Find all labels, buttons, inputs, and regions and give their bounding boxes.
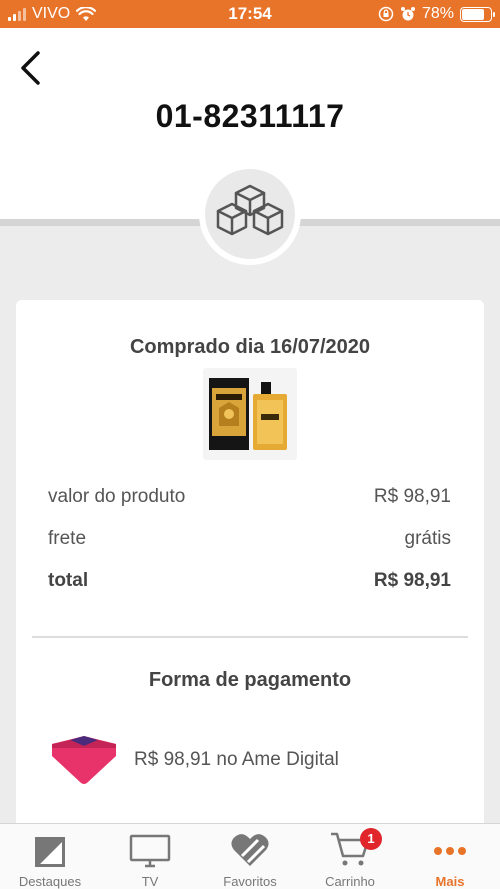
section-divider <box>32 636 468 638</box>
tab-label-tv: TV <box>141 874 159 889</box>
cart-badge: 1 <box>360 828 382 850</box>
total-row: total R$ 98,91 <box>48 570 451 592</box>
product-value-amount: R$ 98,91 <box>373 486 451 507</box>
highlights-icon <box>35 837 65 867</box>
order-status-badge <box>199 163 301 265</box>
tab-label-carrinho: Carrinho <box>325 874 375 889</box>
status-bar: VIVO 17:54 78% <box>0 0 500 28</box>
order-details-card: Comprado dia 16/07/2020 valor do produto… <box>16 300 484 840</box>
product-value-label: valor do produto <box>48 486 186 507</box>
tab-mais[interactable]: Mais <box>400 824 500 889</box>
bottom-tab-bar: Destaques TV Favoritos 1 Carrinho Mais <box>0 823 500 889</box>
battery-percent: 78% <box>421 5 454 22</box>
ame-digital-icon <box>52 736 116 784</box>
shipping-label: frete <box>48 528 87 549</box>
payment-method-text: R$ 98,91 no Ame Digital <box>134 749 339 770</box>
rotation-lock-icon <box>378 6 394 22</box>
chevron-left-icon <box>21 51 40 85</box>
perfume-product-image[interactable] <box>203 368 297 460</box>
heart-icon <box>231 834 269 866</box>
tab-label-mais: Mais <box>435 874 465 889</box>
battery-icon <box>460 6 495 22</box>
shipping-row: frete grátis <box>48 528 451 550</box>
payment-method: R$ 98,91 no Ame Digital <box>48 732 339 788</box>
tab-tv[interactable]: TV <box>100 824 200 889</box>
total-label: total <box>48 570 89 591</box>
back-button[interactable] <box>10 48 50 88</box>
more-icon <box>434 847 466 855</box>
payment-section-title: Forma de pagamento <box>148 669 352 691</box>
tab-destaques[interactable]: Destaques <box>0 824 100 889</box>
purchase-date: Comprado dia 16/07/2020 <box>129 336 371 358</box>
tab-label-favoritos: Favoritos <box>223 874 277 889</box>
tab-carrinho[interactable]: 1 Carrinho <box>300 824 400 889</box>
total-value: R$ 98,91 <box>373 570 451 591</box>
tab-label-destaques: Destaques <box>18 874 82 889</box>
status-bar-right: 78% <box>378 0 495 28</box>
alarm-icon <box>400 7 415 21</box>
product-value-row: valor do produto R$ 98,91 <box>48 486 451 508</box>
shipping-value: grátis <box>404 528 451 549</box>
order-number: 01-82311117 <box>155 98 345 134</box>
boxes-icon <box>216 184 284 236</box>
tab-favoritos[interactable]: Favoritos <box>200 824 300 889</box>
tv-icon <box>129 834 171 868</box>
